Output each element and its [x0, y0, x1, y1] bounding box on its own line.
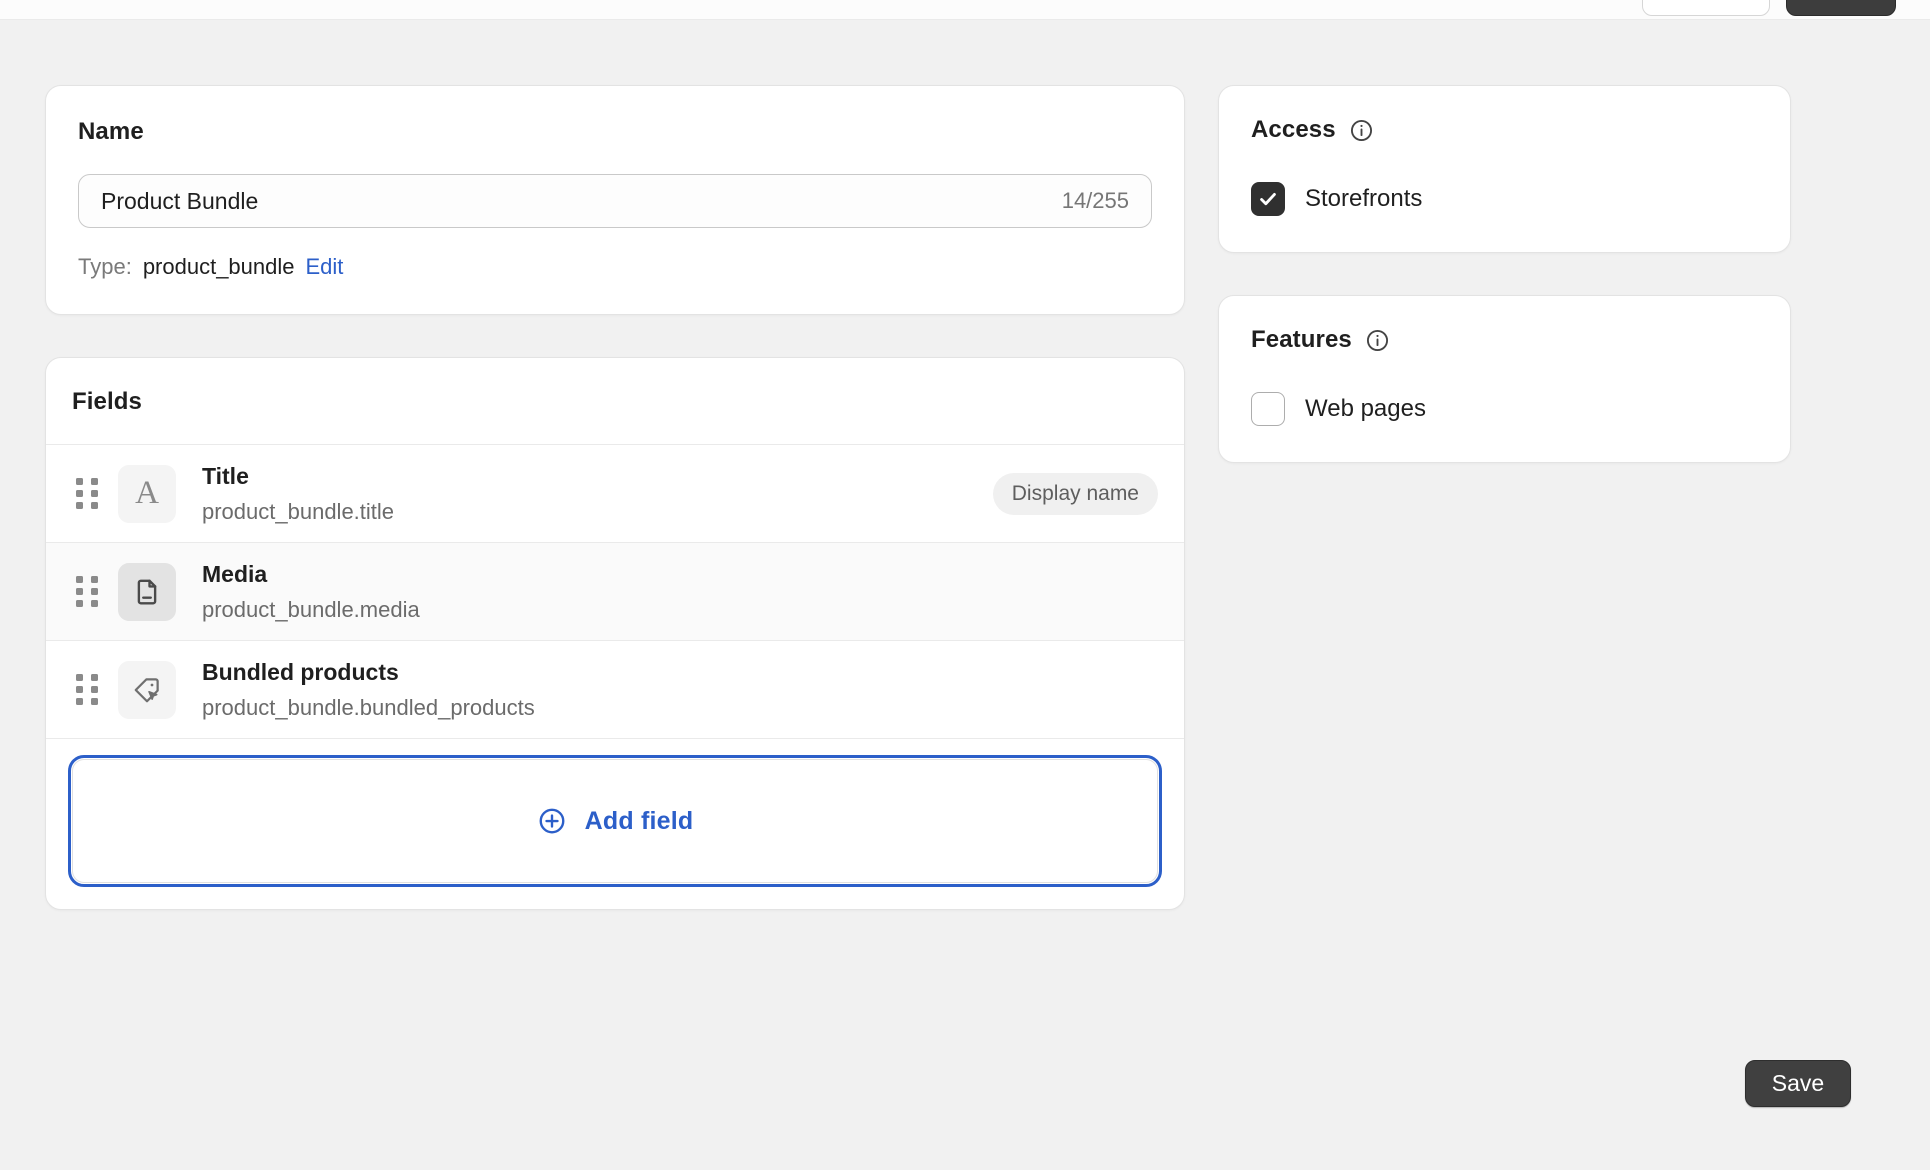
features-option-web-pages[interactable]: Web pages	[1251, 392, 1758, 426]
app-top-bar	[0, 0, 1930, 20]
field-key: product_bundle.title	[202, 498, 395, 524]
field-key: product_bundle.bundled_products	[202, 694, 535, 720]
edit-type-link[interactable]: Edit	[306, 254, 344, 280]
type-value: product_bundle	[142, 254, 295, 279]
name-card-title: Name	[78, 118, 144, 145]
info-icon[interactable]	[1349, 118, 1374, 143]
side-column: Access Storefronts Features Web pages	[1218, 85, 1791, 463]
name-character-counter: 14/255	[1061, 188, 1129, 213]
fields-card: Fields A Title product_bundle.title Disp…	[45, 357, 1185, 910]
save-button[interactable]: Save	[1745, 1060, 1851, 1107]
product-tag-cursor-icon	[118, 660, 176, 719]
fields-card-title: Fields	[72, 388, 142, 415]
type-row: Type: product_bundle Edit	[78, 254, 1152, 280]
access-option-storefronts[interactable]: Storefronts	[1251, 182, 1758, 216]
field-row[interactable]: Bundled products product_bundle.bundled_…	[46, 640, 1184, 738]
field-text-group: Title product_bundle.title	[202, 463, 981, 525]
add-field-button[interactable]: Add field	[68, 755, 1162, 887]
name-card: Name Product Bundle 14/255 Type: product…	[45, 85, 1185, 315]
name-input[interactable]: Product Bundle	[101, 188, 1050, 215]
check-icon	[1260, 192, 1276, 206]
field-text-group: Bundled products product_bundle.bundled_…	[202, 659, 1158, 721]
status-badge: Display name	[992, 472, 1158, 515]
name-input-wrapper[interactable]: Product Bundle 14/255	[78, 174, 1152, 228]
drag-handle-icon[interactable]	[72, 673, 102, 707]
main-column: Name Product Bundle 14/255 Type: product…	[45, 85, 1185, 910]
text-a-icon: A	[118, 464, 176, 523]
type-label: Type:	[78, 254, 132, 279]
info-icon[interactable]	[1365, 328, 1390, 353]
drag-handle-icon[interactable]	[72, 477, 102, 511]
add-field-label: Add field	[584, 806, 694, 835]
add-field-slot: Add field	[46, 738, 1184, 909]
checkbox-checked[interactable]	[1251, 182, 1285, 216]
document-icon	[118, 562, 176, 621]
features-card-header: Features	[1251, 326, 1758, 354]
plus-circle-icon	[539, 808, 565, 834]
features-card-title: Features	[1251, 326, 1352, 353]
checkbox-unchecked[interactable]	[1251, 392, 1285, 426]
drag-handle-icon[interactable]	[72, 575, 102, 609]
field-key: product_bundle.media	[202, 596, 420, 622]
access-card-header: Access	[1251, 116, 1758, 144]
features-card: Features Web pages	[1218, 295, 1791, 463]
field-row[interactable]: Media product_bundle.media	[46, 542, 1184, 640]
features-option-label: Web pages	[1305, 395, 1426, 422]
field-name: Bundled products	[202, 658, 399, 685]
page-body: Name Product Bundle 14/255 Type: product…	[0, 20, 1930, 1170]
access-card: Access Storefronts	[1218, 85, 1791, 253]
field-row[interactable]: A Title product_bundle.title Display nam…	[46, 444, 1184, 542]
access-option-label: Storefronts	[1305, 185, 1423, 212]
top-bar-actions	[1642, 0, 1896, 16]
topbar-secondary-button[interactable]	[1642, 0, 1770, 16]
access-card-title: Access	[1251, 116, 1336, 143]
field-text-group: Media product_bundle.media	[202, 561, 1158, 623]
field-name: Media	[202, 560, 268, 587]
field-name: Title	[202, 462, 249, 489]
topbar-primary-button[interactable]	[1786, 0, 1896, 16]
